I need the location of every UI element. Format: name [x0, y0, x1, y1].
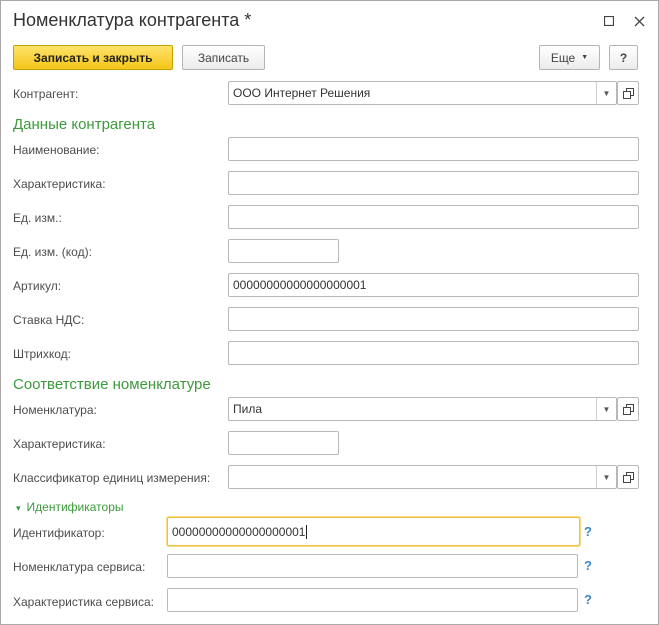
unit-classifier-label: Классификатор единиц измерения:	[13, 471, 211, 485]
open-window-icon	[622, 403, 634, 415]
title-bar: Номенклатура контрагента *	[1, 1, 658, 41]
nomenclature-characteristic-label: Характеристика:	[13, 437, 106, 451]
open-counterparty-button[interactable]	[617, 81, 639, 105]
identifier-input[interactable]: 00000000000000000001	[167, 517, 580, 546]
article-input[interactable]: 00000000000000000001	[228, 273, 639, 297]
counterparty-value: ООО Интернет Решения	[233, 86, 371, 100]
vat-rate-label: Ставка НДС:	[13, 313, 85, 327]
open-nomenclature-button[interactable]	[617, 397, 639, 421]
more-label: Еще	[550, 50, 576, 65]
service-characteristic-label: Характеристика сервиса:	[13, 595, 154, 609]
more-button[interactable]: Еще ▼	[539, 45, 600, 70]
nomenclature-field[interactable]: Пила ▼	[228, 397, 617, 421]
counterparty-label: Контрагент:	[13, 87, 79, 101]
service-nomenclature-input[interactable]	[167, 554, 578, 578]
form-window: Номенклатура контрагента * Записать и за…	[0, 0, 659, 625]
identifier-help-icon[interactable]: ?	[584, 524, 592, 539]
unit-label: Ед. изм.:	[13, 211, 62, 225]
service-nomenclature-label: Номенклатура сервиса:	[13, 560, 146, 574]
help-button[interactable]: ?	[609, 45, 638, 70]
chevron-down-icon: ▾	[16, 503, 21, 513]
characteristic-label: Характеристика:	[13, 177, 106, 191]
text-caret	[306, 524, 308, 539]
chevron-down-icon[interactable]: ▼	[596, 398, 616, 420]
vat-rate-input[interactable]	[228, 307, 639, 331]
command-bar: Записать и закрыть Записать Еще ▼ ?	[1, 45, 658, 71]
name-label: Наименование:	[13, 143, 100, 157]
nomenclature-characteristic-input[interactable]	[228, 431, 339, 455]
open-unit-classifier-button[interactable]	[617, 465, 639, 489]
identifier-label: Идентификатор:	[13, 526, 105, 540]
open-window-icon	[622, 87, 634, 99]
name-input[interactable]	[228, 137, 639, 161]
characteristic-input[interactable]	[228, 171, 639, 195]
counterparty-field[interactable]: ООО Интернет Решения ▼	[228, 81, 617, 105]
unit-code-input[interactable]	[228, 239, 339, 263]
unit-code-label: Ед. изм. (код):	[13, 245, 92, 259]
identifier-value: 00000000000000000001	[172, 524, 306, 539]
identifiers-group-label: Идентификаторы	[26, 500, 124, 514]
nomenclature-label: Номенклатура:	[13, 403, 97, 417]
save-and-close-button[interactable]: Записать и закрыть	[13, 45, 173, 70]
chevron-down-icon[interactable]: ▼	[596, 466, 616, 488]
service-characteristic-input[interactable]	[167, 588, 578, 612]
unit-input[interactable]	[228, 205, 639, 229]
chevron-down-icon: ▼	[581, 54, 589, 61]
service-characteristic-help-icon[interactable]: ?	[584, 592, 592, 607]
unit-classifier-field[interactable]: ▼	[228, 465, 617, 489]
section-counterparty-data: Данные контрагента	[13, 116, 156, 133]
open-window-icon	[622, 471, 634, 483]
chevron-down-icon[interactable]: ▼	[596, 82, 616, 104]
window-title: Номенклатура контрагента *	[13, 10, 252, 30]
close-icon[interactable]	[631, 13, 647, 29]
save-button[interactable]: Записать	[182, 45, 265, 70]
barcode-label: Штрихкод:	[13, 347, 72, 361]
section-nomenclature-mapping: Соответствие номенклатуре	[13, 376, 211, 393]
maximize-icon[interactable]	[601, 13, 617, 29]
service-nomenclature-help-icon[interactable]: ?	[584, 558, 592, 573]
article-label: Артикул:	[13, 279, 62, 293]
nomenclature-value: Пила	[233, 402, 263, 416]
identifiers-group-toggle[interactable]: ▾ Идентификаторы	[16, 500, 124, 514]
barcode-input[interactable]	[228, 341, 639, 365]
